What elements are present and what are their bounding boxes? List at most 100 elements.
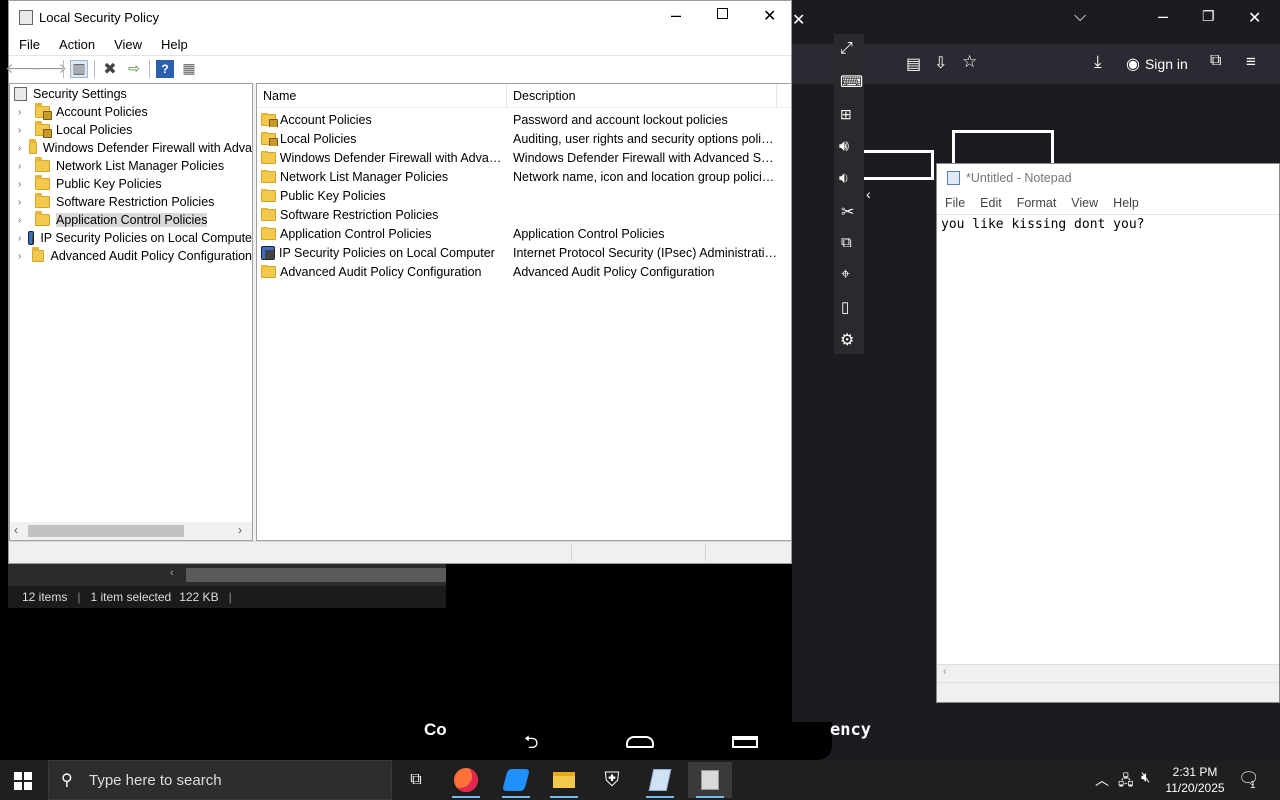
list-row[interactable]: Network List Manager Policies Network nam… — [257, 167, 791, 186]
close-icon[interactable]: ✕ — [763, 6, 776, 26]
minimize-icon[interactable]: – — [1158, 6, 1168, 27]
scroll-left-icon[interactable]: ‹ — [14, 523, 18, 537]
expand-chevron-icon[interactable]: › — [18, 179, 30, 190]
tree-item[interactable]: › Local Policies — [10, 121, 252, 139]
firefox-icon[interactable] — [444, 762, 488, 798]
sign-in-button[interactable]: ◉ Sign in — [1126, 48, 1198, 80]
delete-icon[interactable]: ✖ — [101, 60, 119, 78]
list-row[interactable]: Advanced Audit Policy Configuration Advan… — [257, 262, 791, 281]
extensions-icon[interactable]: ⧉ — [1210, 52, 1221, 70]
keyboard-icon[interactable]: ⌨ — [840, 72, 863, 92]
expand-chevron-icon[interactable]: › — [18, 161, 30, 172]
explorer-hscroll[interactable]: ‹ — [8, 564, 446, 586]
expand-chevron-icon[interactable]: › — [18, 125, 30, 136]
menu-help[interactable]: Help — [161, 37, 188, 52]
multi-instance-icon[interactable]: ⧉ — [841, 234, 852, 251]
location-icon[interactable]: ⌖ — [841, 266, 850, 284]
task-view-icon[interactable]: ⧉ — [394, 762, 438, 798]
list-row[interactable]: Software Restriction Policies — [257, 205, 791, 224]
show-hide-tree-icon[interactable]: ▥ — [70, 59, 88, 78]
screenshot-icon[interactable]: ✂ — [841, 202, 854, 222]
scroll-left-icon[interactable]: ‹ — [170, 567, 174, 579]
reader-view-icon[interactable]: ▤ — [906, 54, 921, 74]
notepad-menu-file[interactable]: File — [945, 196, 965, 210]
collapse-panel-icon[interactable]: ‹ — [866, 186, 871, 202]
scroll-left-icon[interactable]: ‹ — [943, 666, 947, 678]
list-row[interactable]: Application Control Policies Application … — [257, 224, 791, 243]
bookmark-star-icon[interactable]: ☆ — [962, 52, 977, 72]
windows-security-icon[interactable]: ⛨ — [590, 762, 634, 798]
swift-app-icon[interactable] — [494, 762, 538, 798]
tree-item[interactable]: › Advanced Audit Policy Configuration — [10, 247, 252, 265]
menu-view[interactable]: View — [114, 37, 142, 52]
taskbar-search-box[interactable]: ⚲ Type here to search — [48, 760, 392, 800]
list-row[interactable]: Windows Defender Firewall with Advanc...… — [257, 148, 791, 167]
home-nav-icon[interactable] — [626, 736, 654, 748]
column-header-description[interactable]: Description — [507, 83, 777, 108]
fullscreen-icon[interactable]: ⤢ — [840, 40, 853, 58]
expand-chevron-icon[interactable]: › — [18, 143, 24, 154]
notepad-menu-format[interactable]: Format — [1017, 196, 1057, 210]
downloads-icon[interactable]: ⤓ — [1094, 52, 1102, 72]
tree-item[interactable]: › Account Policies — [10, 103, 252, 121]
close-icon[interactable]: ✕ — [1248, 8, 1261, 28]
scrollbar-thumb[interactable] — [28, 525, 184, 537]
list-row[interactable]: Local Policies Auditing, user rights and … — [257, 129, 791, 148]
tree-root[interactable]: Security Settings — [10, 85, 252, 103]
notepad-text-area[interactable]: you like kissing dont you? — [937, 214, 1279, 664]
tree-item[interactable]: › Application Control Policies — [10, 211, 252, 229]
maximize-icon[interactable] — [717, 8, 728, 19]
recents-nav-icon[interactable] — [732, 736, 758, 748]
tree-item[interactable]: › Software Restriction Policies — [10, 193, 252, 211]
menu-icon[interactable]: ≡ — [1246, 52, 1256, 72]
apk-install-icon[interactable]: ⊞ — [840, 106, 852, 123]
chevron-down-icon[interactable]: ⌵ — [1074, 8, 1086, 26]
forward-arrow-icon[interactable]: 🡒 — [29, 60, 67, 78]
expand-chevron-icon[interactable]: › — [18, 107, 30, 118]
tree-item[interactable]: › Windows Defender Firewall with Adva — [10, 139, 252, 157]
close-tab-icon[interactable]: ✕ — [792, 10, 808, 30]
shake-icon[interactable]: ▯ — [841, 298, 849, 316]
notepad-menu-view[interactable]: View — [1071, 196, 1098, 210]
scrollbar-thumb[interactable] — [186, 568, 446, 582]
tree-hscroll[interactable]: ‹ › — [10, 522, 252, 540]
properties-icon[interactable]: ▦ — [180, 60, 198, 78]
notification-center-icon[interactable]: 🗨︎ — [1238, 769, 1260, 789]
list-row[interactable]: Public Key Policies — [257, 186, 791, 205]
column-header-name[interactable]: Name — [257, 83, 507, 108]
tree-item[interactable]: › Public Key Policies — [10, 175, 252, 193]
notepad-title: *Untitled - Notepad — [966, 171, 1072, 185]
start-windows-icon[interactable] — [14, 772, 32, 790]
scroll-right-icon[interactable]: › — [238, 523, 242, 537]
back-nav-icon[interactable]: ⮌ — [524, 730, 538, 760]
security-policy-taskbar-icon[interactable] — [688, 762, 732, 798]
expand-chevron-icon[interactable]: › — [18, 215, 30, 226]
notepad-hscroll[interactable]: ‹ — [937, 664, 1279, 682]
tree-item[interactable]: › IP Security Policies on Local Compute — [10, 229, 252, 247]
save-to-pocket-icon[interactable]: ⇩ — [934, 53, 947, 73]
volume-muted-icon[interactable]: 🔇︎ — [1141, 769, 1150, 786]
menu-action[interactable]: Action — [59, 37, 95, 52]
notepad-menu-edit[interactable]: Edit — [980, 196, 1002, 210]
tree-item[interactable]: › Network List Manager Policies — [10, 157, 252, 175]
notepad-taskbar-icon[interactable] — [638, 762, 682, 798]
network-icon[interactable]: 🖧 — [1118, 770, 1134, 794]
help-icon[interactable]: ? — [156, 59, 174, 78]
expand-chevron-icon[interactable]: › — [18, 251, 27, 262]
clock[interactable]: 2:31 PM 11/20/2025 — [1162, 764, 1228, 796]
notepad-menu-help[interactable]: Help — [1113, 196, 1139, 210]
minimize-icon[interactable]: – — [671, 5, 681, 26]
list-row[interactable]: Account Policies Password and account loc… — [257, 110, 791, 129]
settings-gear-icon[interactable]: ⚙ — [840, 330, 854, 350]
export-list-icon[interactable]: ⇨ — [125, 60, 143, 78]
volume-up-icon[interactable]: 🔊︎ — [839, 138, 849, 156]
list-row[interactable]: IP Security Policies on Local Computer In… — [257, 243, 791, 262]
show-hidden-icons-chevron-icon[interactable]: ︿ — [1095, 770, 1109, 790]
volume-down-icon[interactable]: 🔉︎ — [839, 170, 849, 188]
file-explorer-icon[interactable] — [542, 762, 586, 798]
restore-icon[interactable]: ❐ — [1202, 8, 1215, 25]
expand-chevron-icon[interactable]: › — [18, 197, 30, 208]
menu-file[interactable]: File — [19, 37, 40, 52]
lock-folder-icon — [35, 103, 52, 120]
expand-chevron-icon[interactable]: › — [18, 233, 23, 244]
